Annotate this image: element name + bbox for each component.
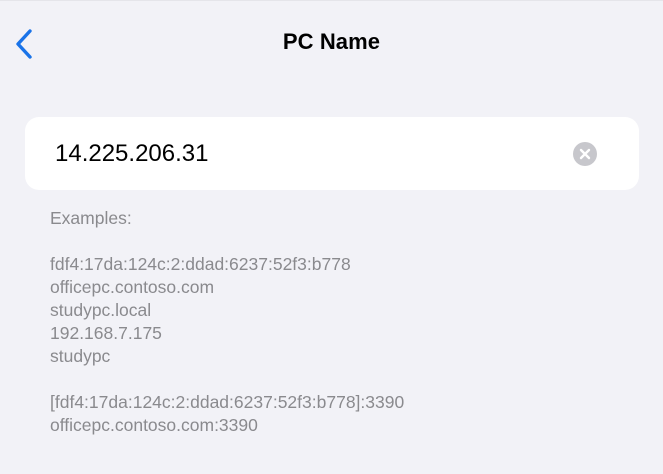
- clear-text-button[interactable]: [573, 142, 597, 166]
- navigation-bar: PC Name: [0, 0, 663, 88]
- examples-heading: Examples:: [50, 208, 132, 228]
- pc-name-input-card: [25, 117, 639, 190]
- page-title: PC Name: [282, 29, 381, 54]
- example-item: 192.168.7.175: [50, 323, 162, 343]
- examples-group-with-port: [fdf4:17da:124c:2:ddad:6237:52f3:b778]:3…: [50, 391, 650, 437]
- examples-section: Examples: fdf4:17da:124c:2:ddad:6237:52f…: [50, 207, 650, 460]
- examples-group-basic: fdf4:17da:124c:2:ddad:6237:52f3:b778 off…: [50, 253, 650, 368]
- clear-circle-x-icon: [573, 142, 597, 166]
- example-item: fdf4:17da:124c:2:ddad:6237:52f3:b778: [50, 254, 351, 274]
- example-item: studypc: [50, 346, 111, 366]
- pc-name-input[interactable]: [55, 117, 555, 190]
- example-item: officepc.contoso.com:3390: [50, 415, 258, 435]
- example-item: studypc.local: [50, 300, 152, 320]
- example-item: [fdf4:17da:124c:2:ddad:6237:52f3:b778]:3…: [50, 392, 405, 412]
- example-item: officepc.contoso.com: [50, 277, 215, 297]
